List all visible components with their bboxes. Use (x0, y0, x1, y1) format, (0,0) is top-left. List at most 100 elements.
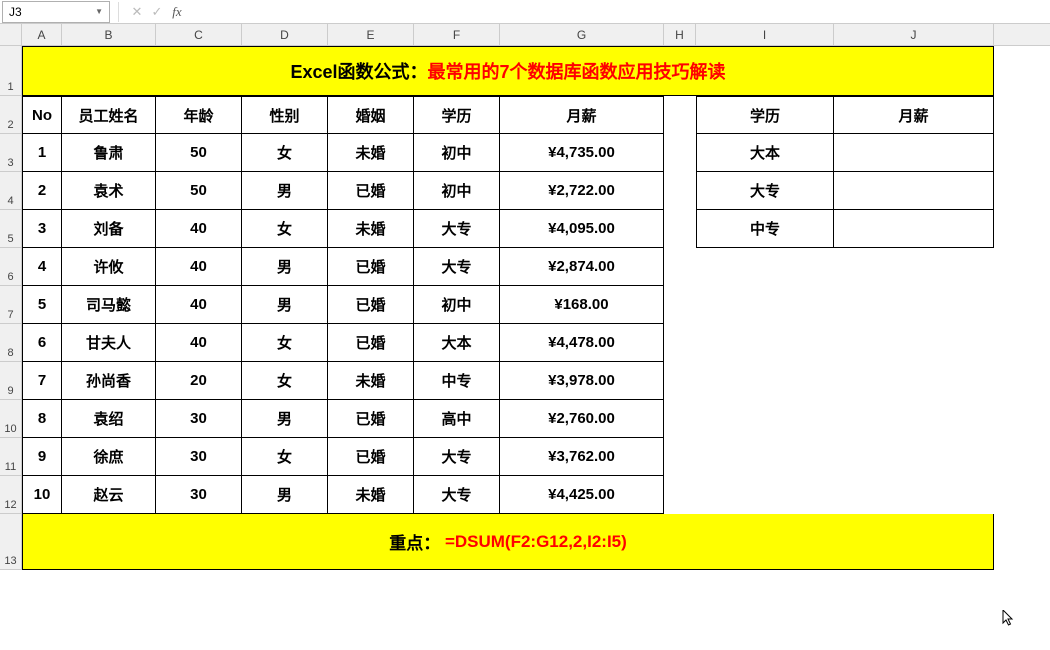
cell-edu[interactable]: 大专 (414, 210, 500, 248)
cell-marriage[interactable]: 未婚 (328, 210, 414, 248)
col-header-H[interactable]: H (664, 24, 696, 45)
row-header-9[interactable]: 9 (0, 362, 22, 400)
row-header-12[interactable]: 12 (0, 476, 22, 514)
col-header-C[interactable]: C (156, 24, 242, 45)
hdr-salary2[interactable]: 月薪 (834, 96, 994, 134)
cell-criteria-salary[interactable] (834, 172, 994, 210)
cell-age[interactable]: 40 (156, 324, 242, 362)
cell-marriage[interactable]: 未婚 (328, 476, 414, 514)
cell-salary[interactable]: ¥2,722.00 (500, 172, 664, 210)
col-header-G[interactable]: G (500, 24, 664, 45)
cell-criteria-edu[interactable]: 大本 (696, 134, 834, 172)
cell-no[interactable]: 2 (22, 172, 62, 210)
hdr-marriage[interactable]: 婚姻 (328, 96, 414, 134)
cell-gender[interactable]: 男 (242, 248, 328, 286)
cell-gender[interactable]: 男 (242, 400, 328, 438)
cell-gender[interactable]: 女 (242, 324, 328, 362)
select-all-corner[interactable] (0, 24, 22, 46)
cell-age[interactable]: 40 (156, 286, 242, 324)
confirm-icon[interactable]: ✓ (147, 2, 167, 22)
cell-marriage[interactable]: 未婚 (328, 362, 414, 400)
cell-gender[interactable]: 女 (242, 210, 328, 248)
cell-name[interactable]: 孙尚香 (62, 362, 156, 400)
cell-salary[interactable]: ¥168.00 (500, 286, 664, 324)
cell-gender[interactable]: 女 (242, 134, 328, 172)
cell-age[interactable]: 20 (156, 362, 242, 400)
fx-icon[interactable]: fx (167, 2, 187, 22)
cell-no[interactable]: 1 (22, 134, 62, 172)
col-header-A[interactable]: A (22, 24, 62, 45)
row-header-3[interactable]: 3 (0, 134, 22, 172)
cell-edu[interactable]: 高中 (414, 400, 500, 438)
cell-gender[interactable]: 女 (242, 362, 328, 400)
cell-no[interactable]: 8 (22, 400, 62, 438)
cell-edu[interactable]: 初中 (414, 286, 500, 324)
cell-age[interactable]: 50 (156, 172, 242, 210)
cell-no[interactable]: 10 (22, 476, 62, 514)
row-header-5[interactable]: 5 (0, 210, 22, 248)
cell-no[interactable]: 3 (22, 210, 62, 248)
hdr-salary[interactable]: 月薪 (500, 96, 664, 134)
cell-name[interactable]: 许攸 (62, 248, 156, 286)
cell-marriage[interactable]: 已婚 (328, 324, 414, 362)
name-box[interactable]: J3 ▼ (2, 1, 110, 23)
cell-edu[interactable]: 大专 (414, 438, 500, 476)
cell-salary[interactable]: ¥4,095.00 (500, 210, 664, 248)
row-header-7[interactable]: 7 (0, 286, 22, 324)
cell-age[interactable]: 30 (156, 438, 242, 476)
cell-salary[interactable]: ¥4,478.00 (500, 324, 664, 362)
row-header-11[interactable]: 11 (0, 438, 22, 476)
cell-salary[interactable]: ¥4,735.00 (500, 134, 664, 172)
cell-criteria-edu[interactable]: 大专 (696, 172, 834, 210)
cell-salary[interactable]: ¥2,874.00 (500, 248, 664, 286)
cell-edu[interactable]: 初中 (414, 172, 500, 210)
cell-age[interactable]: 40 (156, 248, 242, 286)
chevron-down-icon[interactable]: ▼ (95, 7, 103, 16)
cell-edu[interactable]: 大专 (414, 248, 500, 286)
row-header-13[interactable]: 13 (0, 514, 22, 570)
cell-marriage[interactable]: 已婚 (328, 438, 414, 476)
cell-no[interactable]: 5 (22, 286, 62, 324)
cell-age[interactable]: 40 (156, 210, 242, 248)
cell-marriage[interactable]: 已婚 (328, 248, 414, 286)
cell-gender[interactable]: 男 (242, 476, 328, 514)
cell-edu[interactable]: 大专 (414, 476, 500, 514)
cell-name[interactable]: 鲁肃 (62, 134, 156, 172)
hdr-age[interactable]: 年龄 (156, 96, 242, 134)
hdr-edu[interactable]: 学历 (414, 96, 500, 134)
cancel-icon[interactable]: ✕ (127, 2, 147, 22)
row-header-1[interactable]: 1 (0, 46, 22, 96)
col-header-D[interactable]: D (242, 24, 328, 45)
row-header-2[interactable]: 2 (0, 96, 22, 134)
cell-no[interactable]: 4 (22, 248, 62, 286)
cell-name[interactable]: 甘夫人 (62, 324, 156, 362)
cell-marriage[interactable]: 未婚 (328, 134, 414, 172)
cell-age[interactable]: 30 (156, 400, 242, 438)
row-header-4[interactable]: 4 (0, 172, 22, 210)
cell-name[interactable]: 袁绍 (62, 400, 156, 438)
cell-criteria-salary[interactable] (834, 134, 994, 172)
col-header-E[interactable]: E (328, 24, 414, 45)
cell-edu[interactable]: 中专 (414, 362, 500, 400)
col-header-I[interactable]: I (696, 24, 834, 45)
cell-gender[interactable]: 女 (242, 438, 328, 476)
cell-no[interactable]: 6 (22, 324, 62, 362)
cell-salary[interactable]: ¥2,760.00 (500, 400, 664, 438)
col-header-F[interactable]: F (414, 24, 500, 45)
cell-marriage[interactable]: 已婚 (328, 286, 414, 324)
row-header-10[interactable]: 10 (0, 400, 22, 438)
cell-marriage[interactable]: 已婚 (328, 172, 414, 210)
cell-name[interactable]: 袁术 (62, 172, 156, 210)
row-header-8[interactable]: 8 (0, 324, 22, 362)
row-header-6[interactable]: 6 (0, 248, 22, 286)
cell-age[interactable]: 50 (156, 134, 242, 172)
cell-name[interactable]: 司马懿 (62, 286, 156, 324)
cell-criteria-salary[interactable] (834, 210, 994, 248)
cell-gender[interactable]: 男 (242, 286, 328, 324)
cell-edu[interactable]: 初中 (414, 134, 500, 172)
col-header-B[interactable]: B (62, 24, 156, 45)
cell-name[interactable]: 赵云 (62, 476, 156, 514)
cell-marriage[interactable]: 已婚 (328, 400, 414, 438)
cell-name[interactable]: 刘备 (62, 210, 156, 248)
hdr-name[interactable]: 员工姓名 (62, 96, 156, 134)
